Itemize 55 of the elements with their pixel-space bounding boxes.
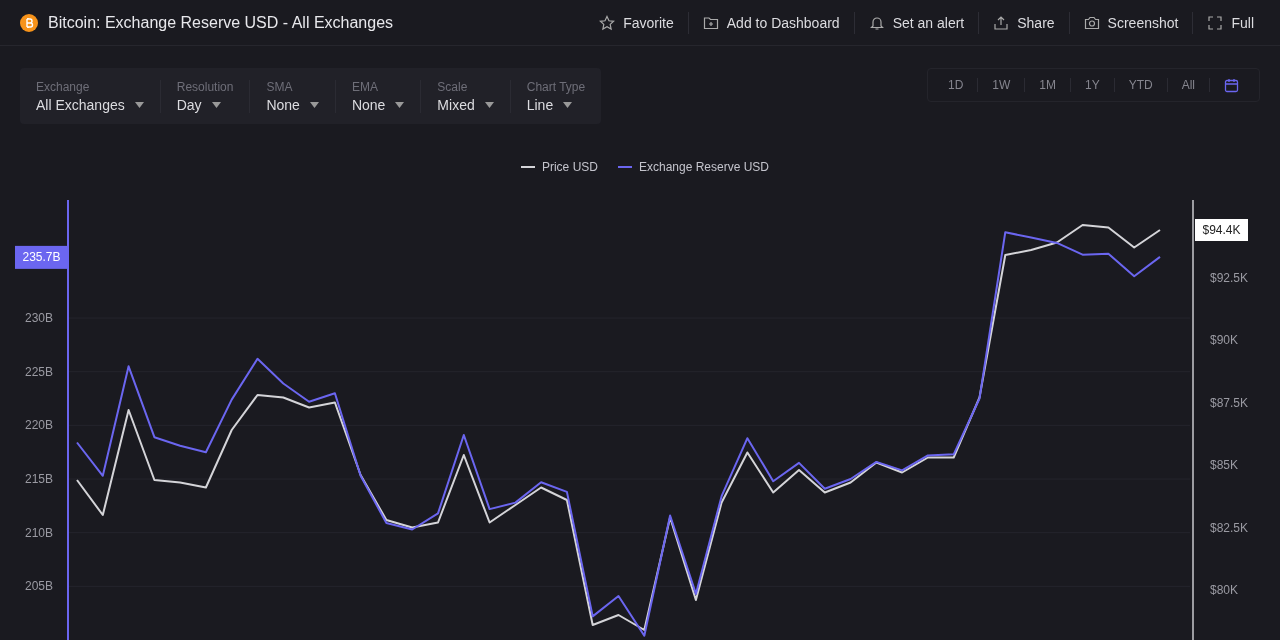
- filter-label: Scale: [437, 79, 469, 94]
- axis-tick-label: 215B: [24, 472, 53, 486]
- filter-dropdown[interactable]: None: [351, 96, 405, 113]
- toolbar-button[interactable]: Add to Dashboard: [696, 10, 846, 35]
- toolbar-button[interactable]: Full: [1201, 10, 1260, 35]
- fullscreen-icon: [1207, 14, 1224, 31]
- axis-tick-label: 225B: [24, 364, 53, 379]
- toolbar-button[interactable]: Favorite: [593, 10, 680, 35]
- bell-icon: [868, 14, 885, 31]
- page-title: Bitcoin: Exchange Reserve USD - All Exchanges: [48, 13, 394, 32]
- axis-tick-label: 220B: [24, 418, 53, 433]
- filter-dropdown[interactable]: All Exchanges: [36, 96, 144, 113]
- toolbar-button[interactable]: Set an alert: [862, 10, 971, 35]
- legend-label: Price USD: [541, 160, 598, 174]
- caret-icon: [211, 101, 221, 108]
- period-tab[interactable]: 1W: [978, 74, 1025, 96]
- axis-tick-label: $82.5K: [1210, 520, 1249, 535]
- price-value-badge: $94.4K: [1195, 219, 1248, 241]
- period-tab[interactable]: 1Y: [1070, 74, 1114, 96]
- share-icon: [993, 14, 1010, 31]
- toolbar-button[interactable]: Screenshot: [1077, 10, 1185, 35]
- reserve-value-badge: 235.7B: [15, 245, 68, 269]
- filter-label: Chart Type: [526, 79, 586, 94]
- caret-icon: [484, 101, 494, 108]
- axis-tick-label: 205B: [24, 579, 53, 594]
- axis-tick-label: $85K: [1210, 458, 1239, 472]
- bitcoin-logo-icon: [20, 13, 38, 32]
- period-tab[interactable]: 1M: [1025, 74, 1070, 96]
- calendar-icon: [1224, 77, 1239, 93]
- axis-tick-label: $80K: [1210, 583, 1239, 597]
- legend-label: Exchange Reserve USD: [638, 160, 770, 174]
- folder-plus-icon: [702, 14, 719, 31]
- period-tab[interactable]: YTD: [1114, 74, 1167, 96]
- camera-icon: [1083, 14, 1100, 31]
- period-tab[interactable]: 1D: [933, 74, 978, 96]
- axis-tick-label: $90K: [1210, 333, 1239, 347]
- filter-label: EMA: [351, 79, 379, 94]
- caret-icon: [395, 101, 405, 108]
- caret-icon: [134, 101, 144, 108]
- caret-icon: [563, 101, 573, 108]
- filter-label: Resolution: [176, 79, 234, 94]
- caret-icon: [309, 101, 319, 108]
- filter-dropdown[interactable]: Day: [176, 96, 234, 113]
- axis-tick-label: $92.5K: [1210, 270, 1249, 285]
- filter-label: SMA: [266, 79, 294, 94]
- filter-label: Exchange: [36, 79, 91, 94]
- filter-dropdown[interactable]: Mixed: [437, 96, 494, 113]
- period-tab[interactable]: All: [1167, 74, 1209, 96]
- filter-dropdown[interactable]: Line: [526, 96, 586, 113]
- star-icon: [599, 14, 616, 31]
- axis-tick-label: $87.5K: [1210, 395, 1249, 410]
- axis-tick-label: 210B: [24, 525, 53, 540]
- axis-tick-label: 230B: [24, 311, 53, 326]
- filter-dropdown[interactable]: None: [266, 96, 319, 113]
- toolbar-button[interactable]: Share: [987, 10, 1061, 35]
